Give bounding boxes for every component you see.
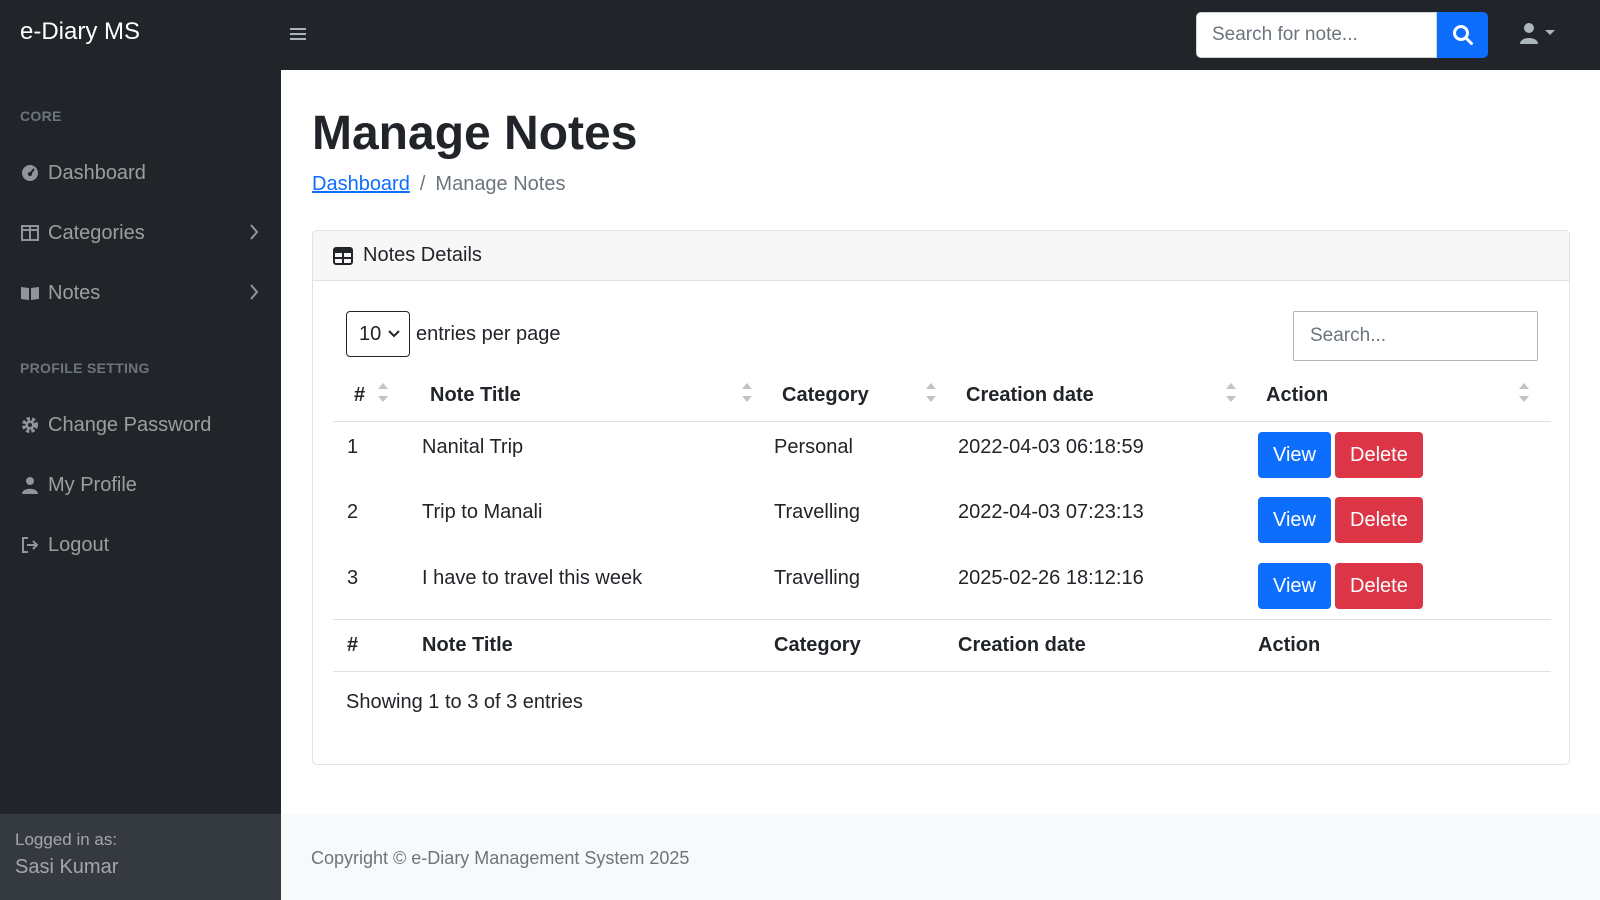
sidebar-item-notes[interactable]: Notes [0, 268, 281, 318]
notes-card: Notes Details 10 entries per page # [312, 230, 1570, 765]
sidebar: CORE Dashboard Categories Notes PROFILE … [0, 70, 281, 900]
column-header-number[interactable]: # [333, 371, 422, 422]
table-icon [333, 246, 353, 265]
page-size-value: 10 [359, 322, 382, 345]
book-icon [20, 283, 40, 303]
row-actions: View Delete [1258, 487, 1551, 553]
sidebar-item-label: Dashboard [48, 161, 146, 184]
page-title: Manage Notes [312, 107, 638, 160]
column-header-creation-date[interactable]: Creation date [958, 371, 1258, 422]
sidebar-item-label: Logout [48, 533, 110, 556]
delete-button[interactable]: Delete [1335, 563, 1423, 609]
footer-header-action: Action [1258, 618, 1551, 672]
footer-header-number: # [333, 618, 422, 672]
card-title: Notes Details [363, 244, 482, 266]
note-date: 2022-04-03 06:18:59 [958, 435, 1144, 458]
breadcrumb-current: Manage Notes [435, 173, 566, 195]
sidebar-item-label: Categories [48, 221, 145, 244]
row-number: 3 [347, 567, 359, 589]
breadcrumb-dashboard-link[interactable]: Dashboard [312, 173, 410, 196]
logged-in-user: Sasi Kumar [15, 856, 119, 878]
gear-icon [20, 415, 40, 435]
view-button[interactable]: View [1258, 563, 1331, 609]
sidebar-toggle-button[interactable] [290, 22, 310, 46]
chevron-right-icon [250, 224, 259, 240]
note-title: Trip to Manali [422, 501, 543, 523]
note-category: Travelling [774, 501, 860, 523]
delete-button[interactable]: Delete [1335, 431, 1423, 478]
breadcrumb: Dashboard / Manage Notes [312, 173, 565, 196]
brand-title[interactable]: e-Diary MS [20, 18, 140, 46]
entries-control: 10 entries per page [346, 311, 561, 357]
caret-down-icon [1545, 30, 1555, 35]
copyright-text: Copyright © e-Diary Management System 20… [311, 848, 690, 868]
footer-header-category: Category [774, 618, 958, 672]
sort-icon [1519, 383, 1529, 402]
chevron-down-icon [388, 330, 400, 338]
notes-table: # Note Title Category Creation date Acti… [333, 371, 1551, 672]
sidebar-item-dashboard[interactable]: Dashboard [0, 148, 281, 198]
row-number: 2 [347, 501, 359, 523]
user-icon [1520, 23, 1538, 44]
user-icon [20, 475, 40, 495]
row-actions: View Delete [1258, 421, 1551, 487]
sidebar-item-logout[interactable]: Logout [0, 520, 281, 570]
sidebar-item-categories[interactable]: Categories [0, 208, 281, 258]
sort-icon [926, 383, 936, 402]
table-row: 1 Nanital Trip Personal 2022-04-03 06:18… [333, 421, 1551, 487]
row-actions: View Delete [1258, 553, 1551, 619]
sidebar-heading-core: CORE [20, 108, 62, 124]
note-category: Travelling [774, 567, 860, 589]
search-icon [1452, 25, 1473, 45]
page-size-select[interactable]: 10 [346, 311, 410, 357]
logged-in-label: Logged in as: [15, 830, 118, 849]
card-header: Notes Details [313, 231, 1569, 281]
note-title: Nanital Trip [422, 435, 524, 458]
column-header-action[interactable]: Action [1258, 371, 1551, 422]
row-number: 1 [347, 435, 359, 458]
page-footer: Copyright © e-Diary Management System 20… [281, 814, 1600, 900]
footer-header-creation-date: Creation date [958, 618, 1258, 672]
view-button[interactable]: View [1258, 497, 1331, 543]
sort-icon [1226, 383, 1236, 402]
note-search-input[interactable] [1196, 12, 1437, 58]
table-row: 3 I have to travel this week Travelling … [333, 553, 1551, 619]
dashboard-icon [20, 163, 40, 183]
footer-header-note-title: Note Title [422, 618, 774, 672]
breadcrumb-separator: / [419, 173, 426, 195]
logout-icon [20, 535, 40, 555]
user-menu-dropdown[interactable] [1520, 22, 1556, 44]
column-header-category[interactable]: Category [774, 371, 958, 422]
delete-button[interactable]: Delete [1335, 497, 1423, 543]
note-search-button[interactable] [1437, 12, 1488, 58]
note-category: Personal [774, 435, 853, 458]
table-search-input[interactable] [1293, 311, 1538, 361]
note-search-form [1196, 12, 1488, 58]
sidebar-item-change-password[interactable]: Change Password [0, 400, 281, 450]
note-date: 2025-02-26 18:12:16 [958, 567, 1144, 589]
hamburger-icon [290, 28, 306, 40]
sort-icon [742, 383, 752, 402]
note-title: I have to travel this week [422, 567, 643, 589]
table-row: 2 Trip to Manali Travelling 2022-04-03 0… [333, 487, 1551, 553]
entries-label: entries per page [416, 322, 561, 345]
top-navbar: e-Diary MS [0, 0, 1600, 70]
table-info: Showing 1 to 3 of 3 entries [346, 691, 583, 713]
main-content: Manage Notes Dashboard / Manage Notes No… [281, 70, 1600, 814]
sidebar-item-label: Notes [48, 281, 101, 304]
note-date: 2022-04-03 07:23:13 [958, 501, 1144, 523]
sidebar-heading-profile: PROFILE SETTING [20, 360, 150, 376]
columns-icon [20, 223, 40, 243]
chevron-right-icon [250, 284, 259, 300]
sort-icon [378, 383, 388, 402]
column-header-note-title[interactable]: Note Title [422, 371, 774, 422]
sidebar-item-label: My Profile [48, 473, 137, 496]
sidebar-item-label: Change Password [48, 413, 212, 436]
sidebar-item-my-profile[interactable]: My Profile [0, 460, 281, 510]
sidebar-footer: Logged in as: Sasi Kumar [0, 814, 281, 900]
view-button[interactable]: View [1258, 431, 1331, 478]
